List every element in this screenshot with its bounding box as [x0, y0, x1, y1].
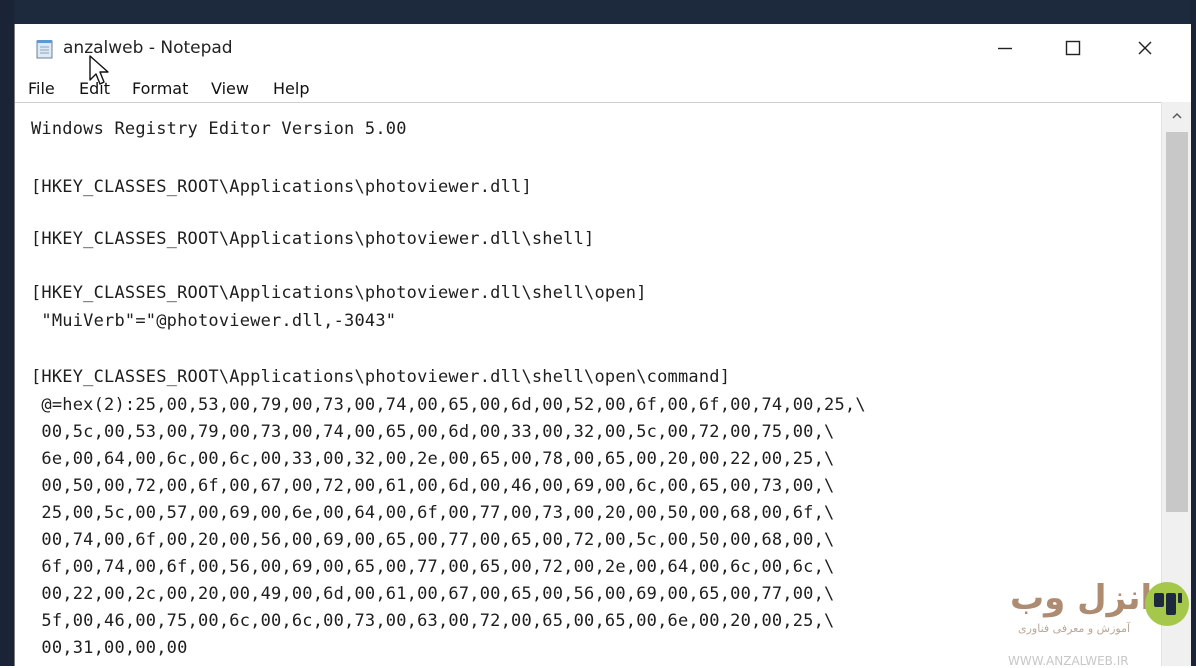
desktop-left-band	[0, 0, 14, 666]
editor-line: 5f,00,46,00,75,00,6c,00,6c,00,73,00,63,0…	[31, 611, 835, 631]
anzalweb-logo-icon	[1145, 582, 1189, 626]
editor-line: [HKEY_CLASSES_ROOT\Applications\photovie…	[31, 177, 532, 197]
editor-line: 00,22,00,2c,00,20,00,49,00,6d,00,61,00,6…	[31, 584, 835, 604]
editor-line: [HKEY_CLASSES_ROOT\Applications\photovie…	[31, 283, 647, 303]
minimize-icon	[998, 47, 1012, 50]
scroll-thumb[interactable]	[1166, 132, 1188, 512]
maximize-icon	[1065, 40, 1081, 56]
menu-file[interactable]: File	[28, 79, 55, 98]
close-button[interactable]	[1117, 24, 1173, 72]
chevron-up-icon	[1172, 113, 1182, 119]
editor-line: 00,74,00,6f,00,20,00,56,00,69,00,65,00,7…	[31, 530, 835, 550]
editor-line: 00,31,00,00,00	[31, 638, 188, 658]
menu-help[interactable]: Help	[273, 79, 309, 98]
editor-line: 00,5c,00,53,00,79,00,73,00,74,00,65,00,6…	[31, 422, 835, 442]
editor-line: [HKEY_CLASSES_ROOT\Applications\photovie…	[31, 229, 595, 249]
watermark-logo: انزل وب آموزش و معرفی فناوری WWW.ANZALWE…	[1008, 578, 1190, 668]
editor-line: 6e,00,64,00,6c,00,6c,00,33,00,32,00,2e,0…	[31, 449, 835, 469]
notepad-window: anzalweb - Notepad File Edit Format View…	[14, 24, 1191, 666]
editor-line: @=hex(2):25,00,53,00,79,00,73,00,74,00,6…	[31, 395, 866, 415]
editor-line: 25,00,5c,00,57,00,69,00,6e,00,64,00,6f,0…	[31, 503, 835, 523]
editor-line: Windows Registry Editor Version 5.00	[31, 119, 407, 139]
menu-format[interactable]: Format	[132, 79, 188, 98]
title-bar[interactable]: anzalweb - Notepad	[15, 24, 1191, 74]
desktop-top-band	[0, 0, 1196, 24]
editor-line: 00,50,00,72,00,6f,00,67,00,72,00,61,00,6…	[31, 476, 835, 496]
editor-line: 6f,00,74,00,6f,00,56,00,69,00,65,00,77,0…	[31, 557, 835, 577]
menu-view[interactable]: View	[211, 79, 249, 98]
maximize-button[interactable]	[1045, 24, 1101, 72]
watermark-brand: انزل وب	[1010, 578, 1153, 618]
menu-bar: File Edit Format View Help	[15, 74, 1191, 102]
editor-line: [HKEY_CLASSES_ROOT\Applications\photovie…	[31, 367, 731, 387]
editor-line: "MuiVerb"="@photoviewer.dll,-3043"	[31, 311, 397, 331]
close-icon	[1138, 41, 1152, 55]
watermark-tagline: آموزش و معرفی فناوری	[1018, 622, 1131, 635]
minimize-button[interactable]	[977, 24, 1033, 72]
text-editor[interactable]: Windows Registry Editor Version 5.00 [HK…	[15, 102, 1161, 666]
mouse-pointer-icon	[89, 55, 109, 85]
notepad-icon	[36, 40, 53, 59]
scroll-up-button[interactable]	[1162, 102, 1191, 130]
